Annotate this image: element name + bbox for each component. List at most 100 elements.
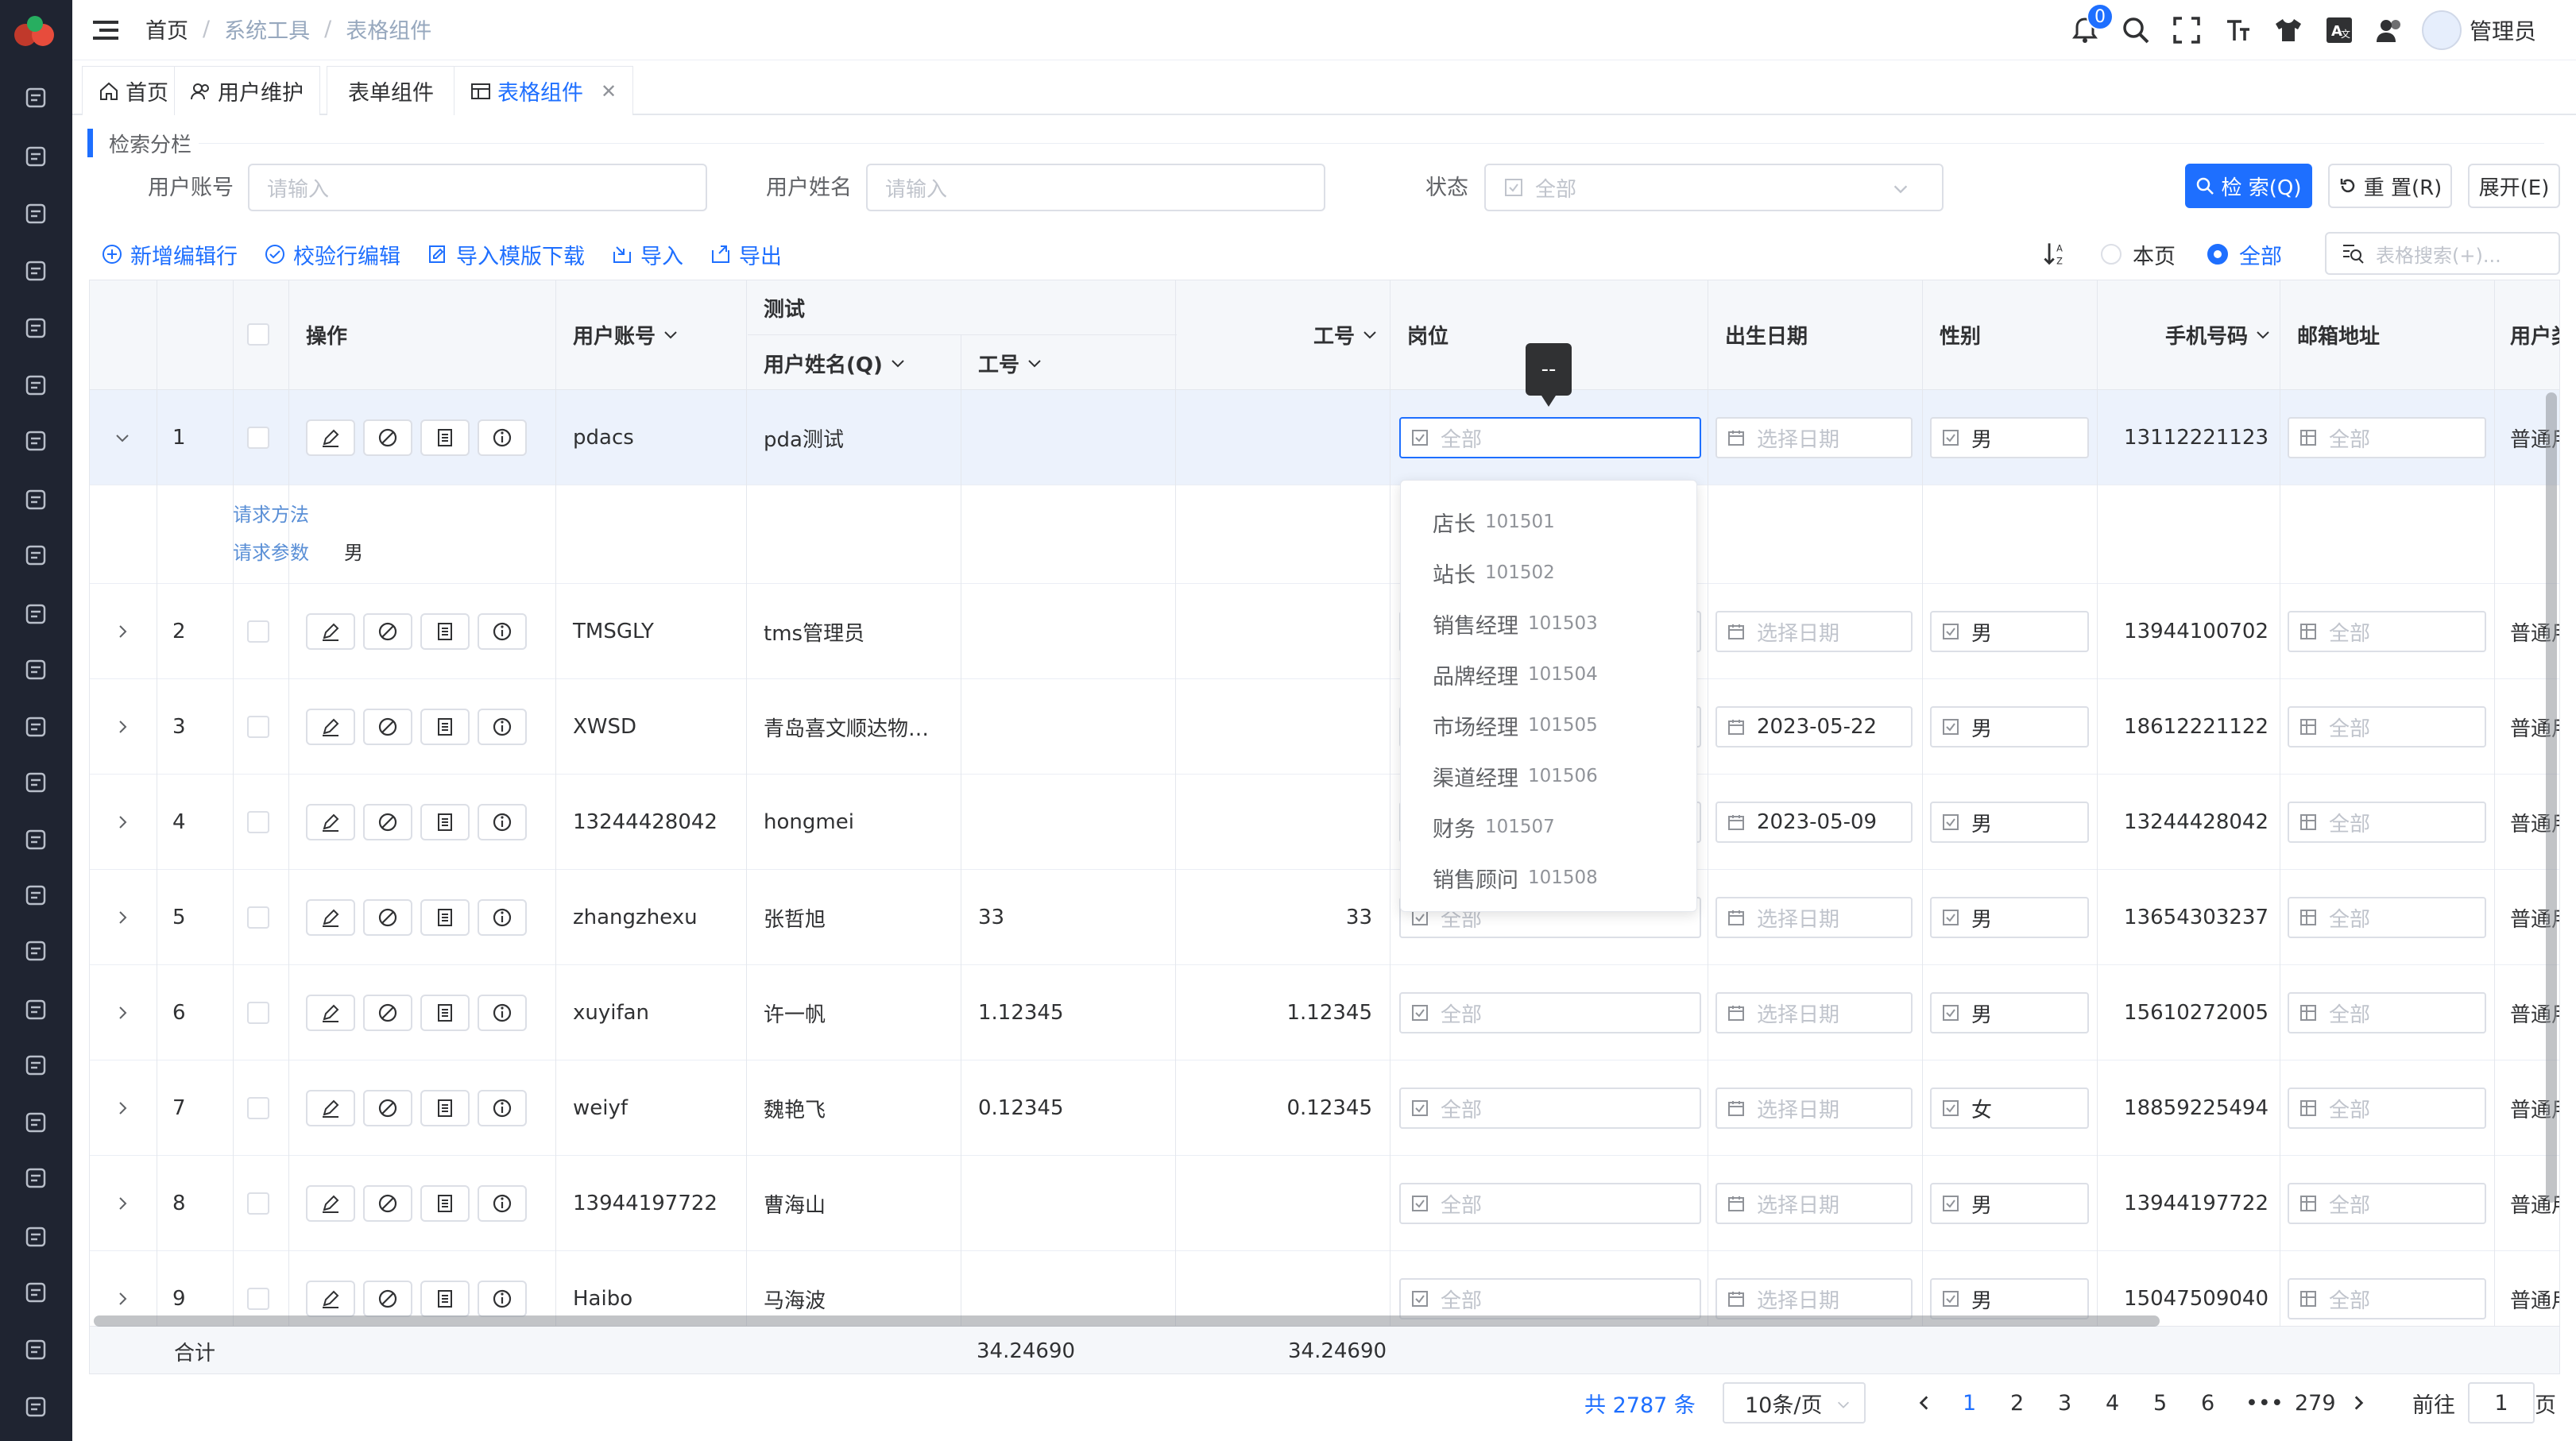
file-menu[interactable] [16,650,56,690]
select-all-checkbox[interactable] [247,323,269,346]
dropdown-option[interactable]: 市场经理 101505 [1401,700,1696,751]
warehouse-menu[interactable] [16,421,56,461]
language-button[interactable]: A文 [2314,0,2365,60]
detail-row-button[interactable] [420,1281,470,1317]
tag-menu[interactable] [16,763,56,802]
document-menu[interactable] [16,308,56,348]
dropdown-option[interactable]: 财务 101507 [1401,802,1696,852]
menu-toggle-icon[interactable] [90,14,122,46]
info-row-button[interactable] [478,1090,527,1126]
gender-select[interactable]: 男 [1930,897,2089,938]
search-button[interactable] [2110,0,2161,60]
page-number[interactable]: 2 [2010,1379,2024,1427]
disable-row-button[interactable] [363,1281,412,1317]
detail-row-button[interactable] [420,899,470,936]
disable-row-button[interactable] [363,1185,412,1222]
prev-page-button[interactable] [1915,1379,1934,1427]
row-checkbox[interactable] [247,1002,269,1024]
gender-select[interactable]: 男 [1930,706,2089,748]
email-select[interactable]: 全部 [2288,897,2486,938]
settings-menu[interactable] [16,137,56,176]
email-select[interactable]: 全部 [2288,992,2486,1033]
user-menu[interactable] [16,990,56,1030]
disable-row-button[interactable] [363,1090,412,1126]
calendar-menu[interactable] [16,251,56,291]
column-header-account[interactable]: 用户账号 [573,319,679,350]
notification-button[interactable]: 0 [2060,0,2114,60]
tab-home[interactable]: 首页 [82,66,185,115]
disable-row-button[interactable] [363,995,412,1031]
export-button[interactable]: 导出 [710,239,782,270]
edit-row-button[interactable] [306,1281,355,1317]
birth-date-picker[interactable]: 选择日期 [1715,1088,1913,1129]
disable-row-button[interactable] [363,804,412,840]
expand-row-toggle[interactable] [112,584,133,679]
template-download-button[interactable]: 导入模版下载 [427,239,585,270]
post-select[interactable]: 全部 [1399,1183,1701,1224]
truck-menu[interactable] [16,365,56,405]
email-select[interactable]: 全部 [2288,706,2486,748]
sort-icon[interactable]: AZ [2042,241,2069,268]
breadcrumb-home[interactable]: 首页 [145,14,188,44]
fullscreen-button[interactable] [2161,0,2212,60]
row-checkbox[interactable] [247,620,269,643]
vertical-scrollbar[interactable] [2546,392,2557,1203]
detail-row-button[interactable] [420,1090,470,1126]
search-list-menu[interactable] [16,931,56,971]
gender-select[interactable]: 女 [1930,1088,2089,1129]
birth-date-picker[interactable]: 选择日期 [1715,897,1913,938]
info-row-button[interactable] [478,1281,527,1317]
message-menu[interactable] [16,480,56,520]
birth-date-picker[interactable]: 选择日期 [1715,417,1913,458]
horizontal-scrollbar[interactable] [94,1315,2160,1327]
page-ellipsis[interactable]: ••• [2245,1379,2284,1427]
post-select[interactable]: 全部 [1399,992,1701,1033]
tab-user-maintenance[interactable]: 用户维护 [174,66,320,115]
email-select[interactable]: 全部 [2288,1278,2486,1319]
page-number[interactable]: 5 [2153,1379,2167,1427]
status-select[interactable]: 全部 [1484,164,1944,211]
goto-page-input[interactable]: 1 [2468,1382,2535,1424]
link-menu[interactable] [16,1330,56,1370]
dropdown-option[interactable]: 站长 101502 [1401,547,1696,598]
search-button[interactable]: 检 索(Q) [2185,164,2312,208]
email-select[interactable]: 全部 [2288,802,2486,843]
close-icon[interactable]: ✕ [601,80,617,102]
cloud-menu[interactable] [16,820,56,860]
birth-date-picker[interactable]: 选择日期 [1715,1278,1913,1319]
expand-row-toggle[interactable] [112,775,133,870]
edit-row-button[interactable] [306,613,355,650]
page-number[interactable]: 4 [2106,1379,2119,1427]
email-select[interactable]: 全部 [2288,1088,2486,1129]
column-header-username[interactable]: 用户姓名(Q) [764,347,907,379]
row-checkbox[interactable] [247,1288,269,1310]
reset-button[interactable]: 重 置(R) [2328,164,2452,208]
detail-row-button[interactable] [420,419,470,456]
scope-page-radio[interactable] [2101,244,2122,265]
birth-date-picker[interactable]: 选择日期 [1715,611,1913,652]
row-checkbox[interactable] [247,716,269,738]
user-menu[interactable]: 管理员 [2421,10,2536,50]
edit-row-button[interactable] [306,995,355,1031]
column-header-phone[interactable]: 手机号码 [2165,319,2272,350]
column-header-jobno[interactable]: 工号 [978,347,1043,379]
edit-row-button[interactable] [306,419,355,456]
detail-row-button[interactable] [420,709,470,745]
gender-select[interactable]: 男 [1930,992,2089,1033]
users-online-button[interactable] [2365,0,2415,60]
dropdown-option[interactable]: 销售顾问 101508 [1401,852,1696,903]
font-size-button[interactable] [2212,0,2263,60]
row-checkbox[interactable] [247,427,269,449]
page-number[interactable]: 1 [1963,1379,1976,1427]
row-checkbox[interactable] [247,1192,269,1215]
post-select[interactable]: 全部 [1399,1278,1701,1319]
column-header-jobno2[interactable]: 工号 [1313,319,1379,350]
scope-all-radio[interactable] [2207,244,2228,265]
info-row-button[interactable] [478,419,527,456]
gear-box-menu[interactable] [16,535,56,575]
birth-date-picker[interactable]: 2023-05-22 [1715,706,1913,748]
info-row-button[interactable] [478,709,527,745]
disable-row-button[interactable] [363,419,412,456]
detail-row-button[interactable] [420,613,470,650]
list-menu[interactable] [16,78,56,118]
